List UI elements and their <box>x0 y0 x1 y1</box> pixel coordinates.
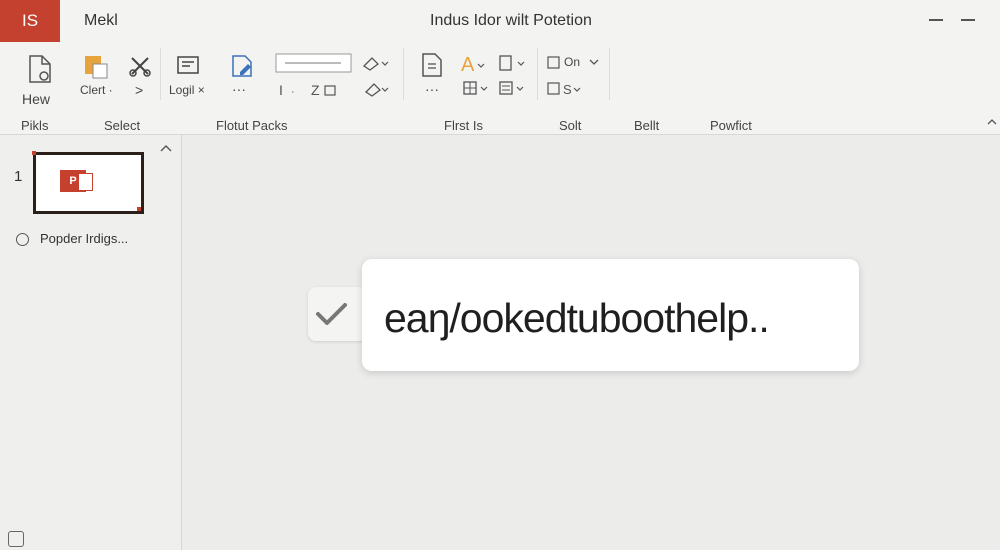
title-bar: IS Mekl Indus Idor wilt Potetion <box>0 0 1000 42</box>
toast-text: eaŋ/ookedtuboothelp.. <box>384 295 770 341</box>
slide-number: 1 <box>14 168 23 185</box>
text-document-icon[interactable] <box>420 52 444 78</box>
check-icon <box>316 303 347 325</box>
document-icon <box>78 173 93 191</box>
sort-icon[interactable] <box>546 55 562 71</box>
minimize-button[interactable] <box>926 8 948 30</box>
radio-label: Popder Irdigs... <box>40 231 129 246</box>
ribbon-separator <box>537 48 538 100</box>
scissors-icon[interactable] <box>128 54 152 78</box>
notes-icon[interactable] <box>8 531 24 547</box>
svg-text:A: A <box>461 54 475 76</box>
new-document-icon[interactable] <box>26 54 54 84</box>
chevron-down-icon[interactable] <box>588 56 600 68</box>
shape-icon[interactable] <box>362 54 390 72</box>
login-label[interactable]: Logil × <box>169 83 205 97</box>
powfict-group-label: Powfict <box>710 118 752 133</box>
format-packs-group-label: Flotut Packs <box>216 118 288 133</box>
dots-label-1: ··· <box>232 81 246 97</box>
filter-icon[interactable]: S <box>546 80 586 98</box>
table-icon[interactable] <box>462 80 494 98</box>
paste-icon[interactable] <box>83 54 109 80</box>
fill-icon[interactable] <box>364 80 390 98</box>
dots-label-2: ··· <box>425 81 439 97</box>
menu-label[interactable]: Mekl <box>84 12 118 30</box>
clear-label[interactable]: Clert · <box>80 83 113 97</box>
slide-thumbnail[interactable]: P <box>33 152 144 214</box>
radio-button[interactable] <box>16 233 29 246</box>
belt-group-label: Bellt <box>634 118 660 133</box>
text-format-icons[interactable]: I · Z <box>279 82 339 98</box>
chevron-up-icon[interactable] <box>986 116 998 128</box>
list-icon[interactable] <box>498 80 530 98</box>
first-is-group-label: Flrst Is <box>444 118 483 133</box>
page-icon[interactable] <box>496 54 530 74</box>
on-label[interactable]: On <box>564 55 580 69</box>
maximize-button[interactable] <box>958 8 980 30</box>
resize-handle[interactable] <box>137 207 141 211</box>
svg-text:·: · <box>291 86 295 98</box>
ribbon-separator <box>403 48 404 100</box>
new-group-label: Pikls <box>21 118 49 133</box>
window-title: Indus Idor wilt Potetion <box>430 12 592 29</box>
sort-group-label: Solt <box>559 118 582 133</box>
font-color-icon[interactable]: A <box>460 52 488 78</box>
font-box-icon[interactable] <box>275 52 353 74</box>
layout-icon[interactable] <box>176 54 202 78</box>
resize-handle[interactable] <box>32 151 36 155</box>
svg-text:I: I <box>279 82 283 98</box>
app-tab[interactable]: IS <box>0 0 60 42</box>
toast-notification: eaŋ/ookedtuboothelp.. <box>362 259 859 371</box>
select-group-label: Select <box>104 118 141 133</box>
svg-text:S: S <box>563 82 572 97</box>
ribbon-separator <box>160 48 161 100</box>
svg-text:Z: Z <box>311 82 320 98</box>
collapse-panel-icon[interactable] <box>160 140 172 156</box>
ribbon-separator <box>609 48 610 100</box>
edit-document-icon[interactable] <box>230 54 256 80</box>
arrow-label[interactable]: > <box>135 82 143 98</box>
new-label: Hew <box>22 91 51 107</box>
check-container <box>308 287 368 341</box>
